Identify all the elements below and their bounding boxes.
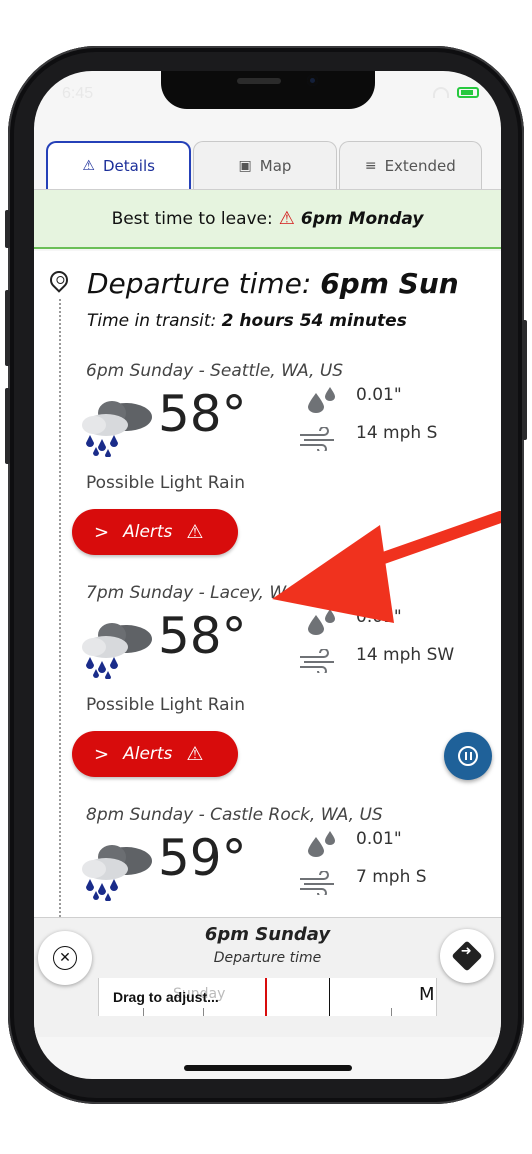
alerts-label: Alerts [123,522,173,542]
warning-icon: ⚠ [278,208,295,229]
wifi-icon [433,87,449,98]
close-icon: ✕ [53,946,77,970]
slider-current-marker[interactable] [265,978,267,1016]
temperature: 59° [158,829,247,887]
status-icons [433,87,479,98]
warning-sign-icon: ⚠ [82,158,95,174]
tab-details[interactable]: ⚠ Details [46,141,192,189]
transit-time: Time in transit: 2 hours 54 minutes [87,311,407,331]
warning-icon: ⚠ [186,743,204,765]
wind-speed: 7 mph S [356,867,427,887]
transit-value: 2 hours 54 minutes [221,311,407,331]
alerts-button[interactable]: > Alerts ⚠ [72,509,238,555]
tab-map[interactable]: ▣ Map [193,141,337,189]
tab-extended-label: Extended [384,156,456,175]
transit-label: Time in transit: [87,311,217,331]
phone-screen: 6:45 ⚠ Details ▣ Map ≡ Extended Best tim… [34,71,501,1079]
slider-hint: Drag to adjust... [113,989,219,1005]
wind-speed: 14 mph S [356,423,438,443]
raindrops-icon [308,387,335,413]
chevron-right-icon: > [94,521,110,543]
slider-tick [329,978,330,1016]
image-icon: ▣ [238,157,252,174]
camera-icon [307,75,318,86]
menu-lines-icon: ≡ [364,157,377,174]
weather-condition: Possible Light Rain [86,695,246,715]
battery-icon [457,87,479,98]
departure-value: 6pm Sun [320,267,459,300]
location-pin-icon [46,267,72,293]
precipitation: 0.01" [356,829,402,849]
departure-label: Departure time: [87,267,312,300]
rain-cloud-icon [82,623,152,679]
departure-title: Departure time: 6pm Sun [87,267,459,300]
pause-icon [458,746,478,766]
tab-bar: ⚠ Details ▣ Map ≡ Extended [46,141,484,189]
mute-switch [5,210,10,248]
warning-icon: ⚠ [186,521,204,543]
power-button [522,320,527,440]
volume-down-button [5,388,10,464]
slider-day-label: M [419,984,435,1005]
rain-cloud-icon [82,401,152,457]
tab-details-label: Details [102,157,155,175]
temperature: 58° [158,607,247,665]
raindrops-icon [308,831,335,857]
wind-icon [300,427,334,451]
rain-cloud-icon [82,845,152,901]
temperature: 58° [158,385,247,443]
wind-speed: 14 mph SW [356,645,455,665]
selected-time-caption: Departure time [213,950,322,966]
notch [161,71,375,109]
slider-tick [143,1008,144,1016]
trip-details: Departure time: 6pm Sun Time in transit:… [34,251,501,929]
tab-extended[interactable]: ≡ Extended [338,141,482,189]
stop-header: 8pm Sunday - Castle Rock, WA, US [86,805,383,825]
time-slider[interactable]: Sunday Drag to adjust... M [98,978,437,1016]
wind-icon [300,871,334,895]
time-selector-panel: 6pm Sunday Departure time ✕ Sunday Drag … [34,917,501,1037]
alerts-label: Alerts [123,744,173,764]
selected-time: 6pm Sunday [204,924,331,945]
slider-tick [391,1008,392,1016]
chevron-right-icon: > [94,743,110,765]
close-button[interactable]: ✕ [38,931,92,985]
slider-tick [203,1008,204,1016]
annotation-arrow-icon [272,511,501,623]
speaker [237,78,281,84]
directions-button[interactable] [440,929,494,983]
stop-header: 6pm Sunday - Seattle, WA, US [86,361,344,381]
weather-condition: Possible Light Rain [86,473,246,493]
best-time-value: 6pm Monday [300,208,424,229]
directions-icon [451,940,483,972]
best-time-label: Best time to leave: [111,208,273,229]
status-time: 6:45 [62,85,94,102]
best-time-banner: Best time to leave: ⚠ 6pm Monday [34,190,501,249]
alerts-button[interactable]: > Alerts ⚠ [72,731,238,777]
pause-button[interactable] [444,732,492,780]
precipitation: 0.01" [356,385,402,405]
volume-up-button [5,290,10,366]
tab-map-label: Map [259,156,292,175]
wind-icon [300,649,334,673]
home-indicator[interactable] [184,1065,352,1071]
